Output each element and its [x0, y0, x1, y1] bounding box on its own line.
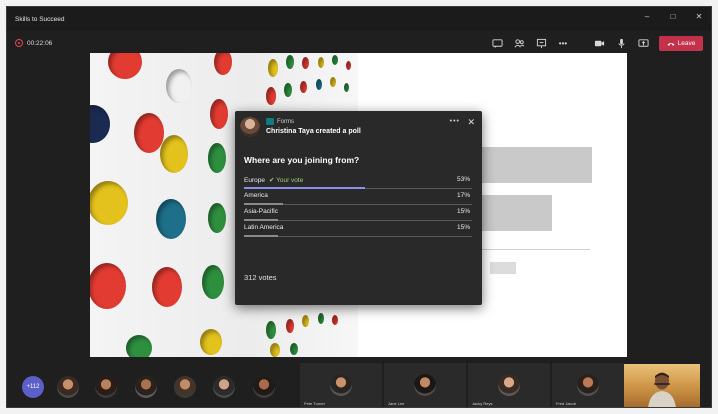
participant-name: Jane Lee — [388, 401, 405, 406]
poll-option[interactable]: Europe ✔ Your vote 53% — [244, 174, 472, 189]
poll-option-label: Asia-Pacific — [244, 208, 278, 215]
close-icon[interactable]: ✕ — [467, 117, 475, 128]
participant-tile[interactable]: Fred Jacob — [552, 363, 624, 407]
leave-button[interactable]: Leave — [659, 36, 703, 51]
avatar — [240, 117, 260, 137]
poll-vote-count: 312 votes — [244, 273, 277, 282]
minimize-icon[interactable]: – — [641, 11, 653, 23]
maximize-icon[interactable]: □ — [667, 11, 679, 23]
share-icon[interactable] — [637, 38, 649, 50]
poll-option-bar — [244, 219, 279, 221]
poll-options: Europe ✔ Your vote 53% America 17% Asia-P… — [244, 174, 472, 238]
more-participants-button[interactable]: +112 — [22, 376, 44, 398]
slide-axis — [480, 249, 590, 250]
slide-graphic — [480, 147, 592, 183]
teams-meeting-window: Skills to Succeed – □ ✕ 00:22:06 ••• Lea… — [6, 6, 712, 408]
poll-option-label: Europe ✔ Your vote — [244, 177, 304, 184]
participant-tile[interactable]: Pete Turner — [300, 363, 382, 407]
poll-option-bar — [244, 235, 279, 237]
more-icon[interactable]: ••• — [557, 38, 569, 50]
poll-option[interactable]: Asia-Pacific 15% — [244, 206, 472, 221]
leave-label: Leave — [677, 40, 696, 47]
slide-graphic — [480, 195, 552, 231]
avatar — [498, 374, 520, 396]
poll-app-header: Forms — [266, 118, 294, 125]
participant-name: Jacky Reys — [472, 401, 493, 406]
avatar — [414, 374, 436, 396]
poll-question: Where are you joining from? — [244, 155, 360, 165]
slide-graphic — [490, 262, 516, 274]
poll-option-label: America — [244, 192, 268, 199]
avatar[interactable] — [95, 376, 117, 398]
poll-option-bar — [244, 187, 365, 189]
participant-tile[interactable]: Jane Lee — [384, 363, 466, 407]
recording-indicator: 00:22:06 — [15, 39, 52, 47]
avatar — [330, 374, 352, 396]
recording-time: 00:22:06 — [27, 39, 53, 47]
forms-icon — [266, 118, 274, 125]
avatar[interactable] — [57, 376, 79, 398]
title-bar: Skills to Succeed – □ ✕ — [7, 7, 711, 31]
people-icon[interactable] — [513, 38, 525, 50]
close-icon[interactable]: ✕ — [693, 11, 705, 23]
poll-option-percent: 53% — [456, 176, 470, 183]
poll-option[interactable]: Latin America 15% — [244, 222, 472, 237]
self-video-person — [648, 372, 676, 407]
phone-hangup-icon — [667, 42, 675, 46]
self-video-tile[interactable] — [624, 364, 700, 407]
poll-option-bar — [244, 203, 283, 205]
your-vote-indicator: ✔ Your vote — [268, 177, 304, 184]
poll-option[interactable]: America 17% — [244, 190, 472, 205]
avatar[interactable] — [174, 376, 196, 398]
poll-option-percent: 15% — [456, 208, 470, 215]
window-title: Skills to Succeed — [15, 15, 65, 23]
poll-option-percent: 17% — [456, 192, 470, 199]
avatar — [577, 374, 599, 396]
participant-name: Pete Turner — [304, 401, 325, 406]
more-icon[interactable]: ••• — [450, 118, 460, 125]
avatar[interactable] — [253, 376, 275, 398]
record-icon — [15, 39, 23, 47]
mic-icon[interactable] — [615, 38, 627, 50]
poll-creator: Christina Taya created a poll — [266, 128, 361, 135]
avatar[interactable] — [135, 376, 157, 398]
poll-option-label: Latin America — [244, 224, 284, 231]
poll-app-name: Forms — [277, 118, 294, 125]
window-controls: – □ ✕ — [641, 11, 705, 23]
chat-icon[interactable] — [491, 38, 503, 50]
avatar[interactable] — [213, 376, 235, 398]
participant-strip: +112 Pete Turner Jane Lee Jacky Reys Fre… — [7, 363, 711, 407]
participant-tile[interactable]: Jacky Reys — [468, 363, 550, 407]
poll-card[interactable]: Forms Christina Taya created a poll ••• … — [235, 111, 482, 305]
poll-option-percent: 15% — [456, 224, 470, 231]
participant-name: Fred Jacob — [556, 401, 577, 406]
camera-icon[interactable] — [593, 38, 605, 50]
whiteboard-icon[interactable] — [535, 38, 547, 50]
